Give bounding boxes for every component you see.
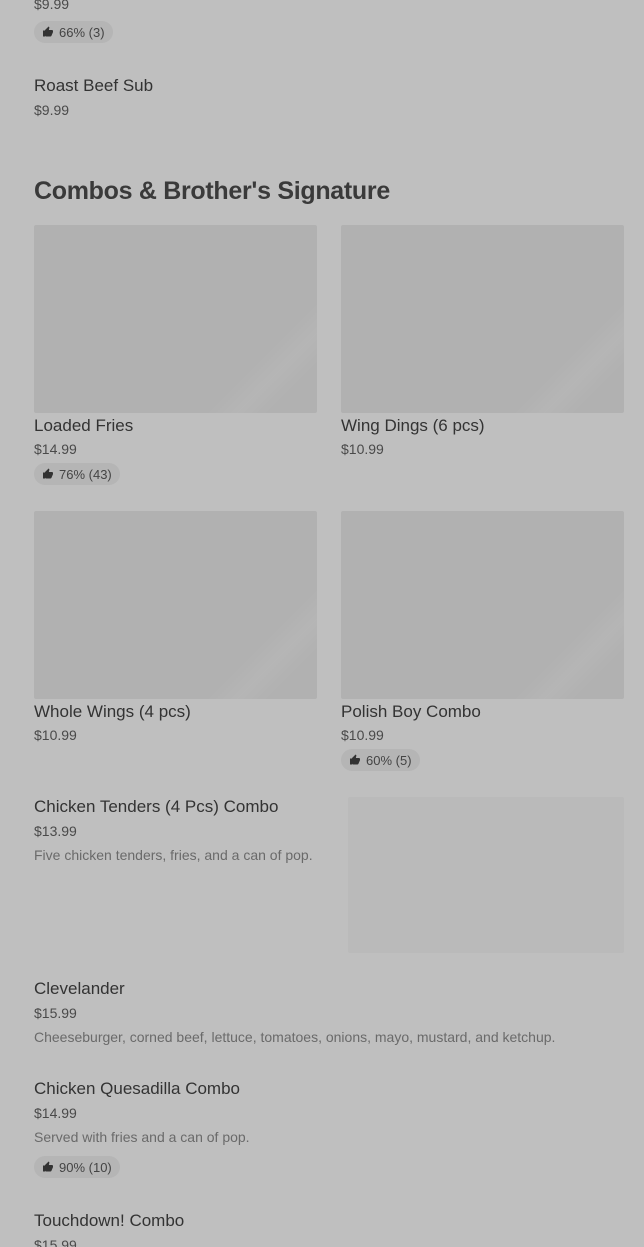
item-title: Whole Wings (4 pcs) (34, 702, 191, 721)
item-image (34, 511, 317, 699)
item-image (341, 511, 624, 699)
rating-badge: 90% (10) (34, 1156, 120, 1178)
item-price: $13.99 (34, 823, 77, 839)
item-title: Wing Dings (6 pcs) (341, 416, 485, 435)
item-price: $10.99 (341, 441, 384, 457)
item-price: $10.99 (34, 727, 77, 743)
thumbs-up-icon (43, 468, 53, 479)
menu-item-touchdown-combo[interactable]: Touchdown! Combo $15.99 (34, 1211, 624, 1247)
item-price: $14.99 (34, 1105, 77, 1121)
item-title: Touchdown! Combo (34, 1211, 185, 1230)
thumbs-up-icon (350, 754, 360, 765)
item-title: Roast Beef Sub (34, 76, 154, 95)
rating-text: 90% (10) (59, 1159, 112, 1175)
item-price: $9.99 (34, 0, 70, 12)
thumbs-up-icon (43, 1161, 53, 1172)
menu-item-roast-beef[interactable]: Roast Beef Sub $9.99 (34, 76, 614, 126)
item-description: Served with fries and a can of pop. (34, 1129, 250, 1145)
item-description: Five chicken tenders, fries, and a can o… (34, 847, 313, 863)
menu-card-loaded-fries[interactable]: Loaded Fries $14.99 76% (43) (34, 225, 317, 490)
menu-item-chicken-tenders[interactable]: Chicken Tenders (4 Pcs) Combo $13.99 Fiv… (34, 797, 624, 955)
item-title: Chicken Quesadilla Combo (34, 1079, 240, 1098)
item-title: Loaded Fries (34, 416, 134, 435)
rating-text: 66% (3) (59, 24, 105, 40)
item-title: Clevelander (34, 979, 125, 998)
menu-card-whole-wings[interactable]: Whole Wings (4 pcs) $10.99 (34, 511, 317, 751)
menu-item-clevelander[interactable]: Clevelander $15.99 Cheeseburger, corned … (34, 979, 624, 1051)
section-title: Combos & Brother's Signature (34, 177, 390, 205)
menu-card-polish-boy[interactable]: Polish Boy Combo $10.99 60% (5) (341, 511, 624, 776)
item-price: $14.99 (34, 441, 77, 457)
rating-badge: 76% (43) (34, 463, 120, 485)
rating-badge: 60% (5) (341, 749, 420, 771)
rating-badge: 66% (3) (34, 21, 113, 43)
menu-card-wing-dings[interactable]: Wing Dings (6 pcs) $10.99 (341, 225, 624, 465)
item-price: $15.99 (34, 1005, 77, 1021)
item-description: Cheeseburger, corned beef, lettuce, toma… (34, 1029, 556, 1045)
item-title: Polish Boy Combo (341, 702, 481, 721)
thumbs-up-icon (43, 26, 53, 37)
menu-item-chicken-quesadilla[interactable]: Chicken Quesadilla Combo $14.99 Served w… (34, 1079, 624, 1181)
rating-text: 76% (43) (59, 466, 112, 482)
item-price: $10.99 (341, 727, 384, 743)
item-title: Chicken Tenders (4 Pcs) Combo (34, 797, 279, 816)
item-image (348, 797, 624, 953)
item-price: $15.99 (34, 1237, 77, 1247)
rating-text: 60% (5) (366, 752, 412, 768)
item-price: $9.99 (34, 102, 70, 118)
item-image (34, 225, 317, 413)
item-image (341, 225, 624, 413)
